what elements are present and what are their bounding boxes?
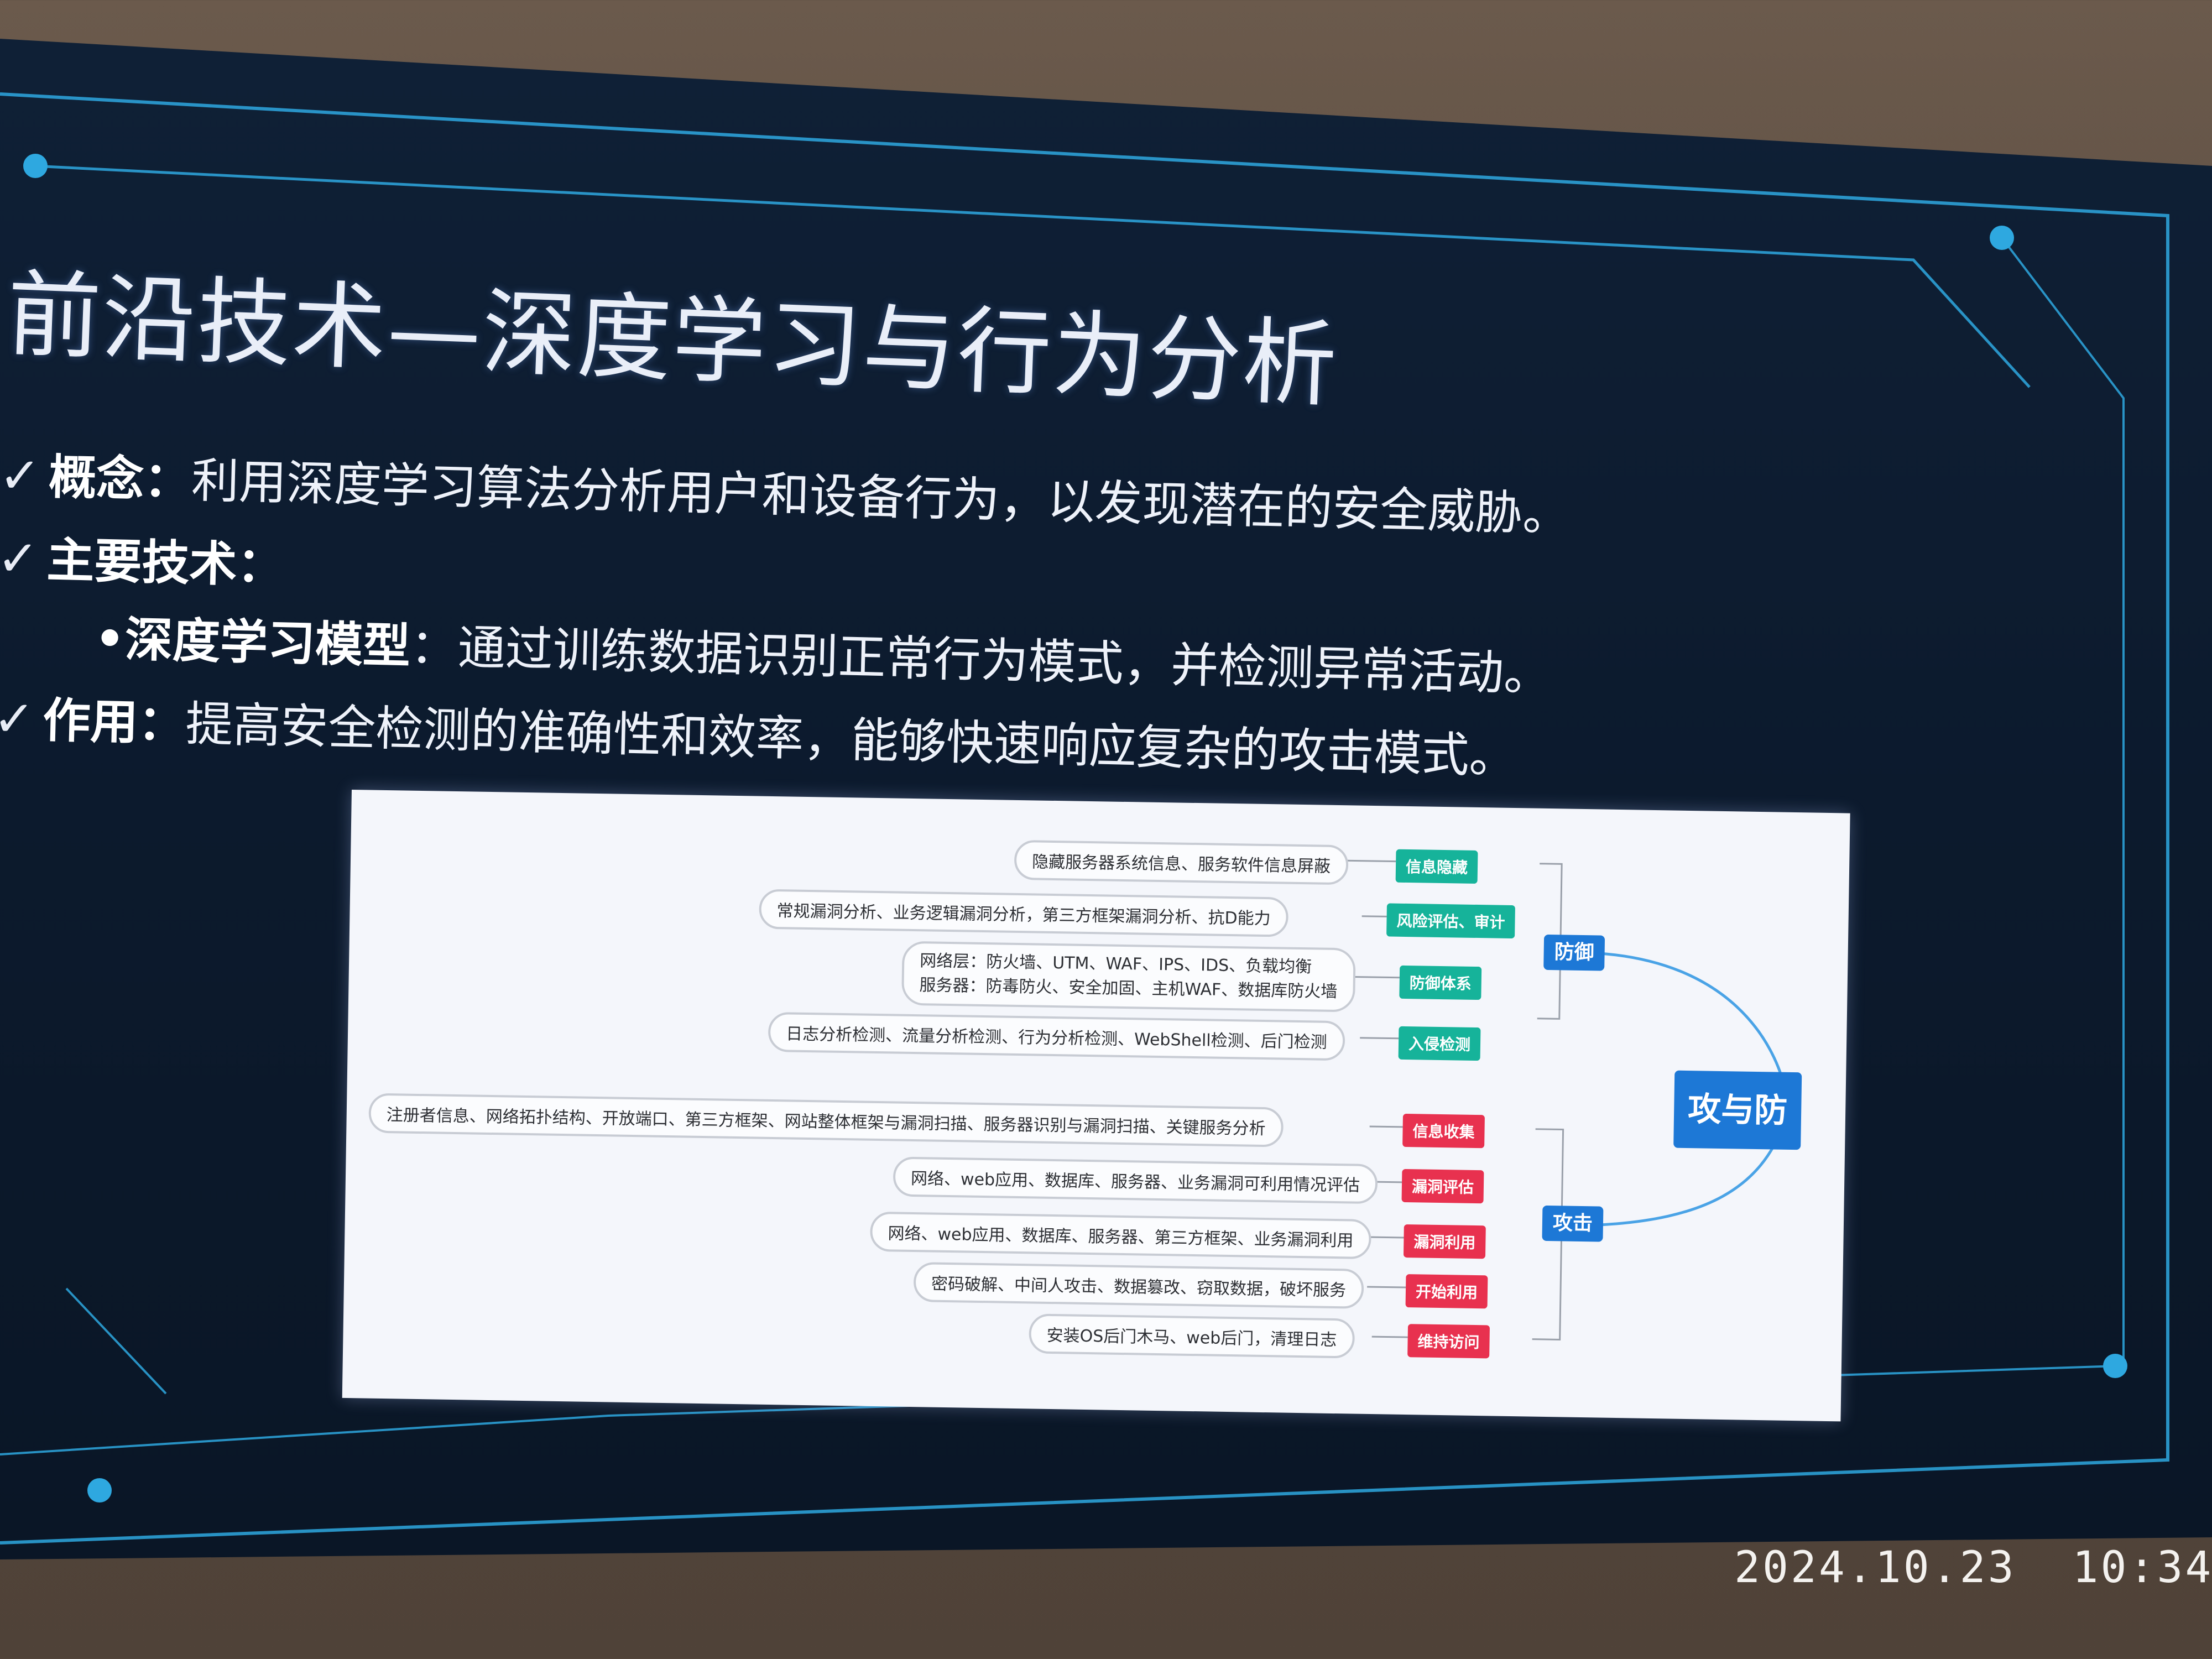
defense-tag: 防御体系 [1399,965,1482,1000]
photo-timestamp: 2024.10.23 10:34 [1734,1543,2212,1593]
attack-detail: 安装OS后门木马、web后门，清理日志 [1029,1313,1355,1359]
defense-tag: 入侵检测 [1398,1026,1481,1061]
mindmap-root: 攻与防 [1673,1070,1802,1150]
attack-detail: 网络、web应用、数据库、服务器、第三方框架、业务漏洞利用 [870,1211,1372,1260]
bullet-main-tech: ✓ 主要技术： [0,520,285,596]
attack-tag: 维持访问 [1407,1324,1490,1359]
attack-tag: 开始利用 [1405,1274,1488,1309]
defense-node: 防御 [1543,934,1605,971]
defense-tag: 信息隐藏 [1395,849,1478,884]
defense-detail: 隐藏服务器系统信息、服务软件信息屏蔽 [1014,839,1349,885]
attack-detail: 网络、web应用、数据库、服务器、业务漏洞可利用情况评估 [893,1156,1378,1204]
check-icon: ✓ [0,529,40,588]
attack-detail: 密码破解、中间人攻击、数据篡改、窃取数据，破坏服务 [913,1262,1364,1309]
attack-node: 攻击 [1542,1205,1604,1242]
defense-detail-box: 网络层：防火墙、UTM、WAF、IPS、IDS、负载均衡 服务器：防毒防火、安全… [901,941,1356,1013]
bullet-key: 概念： [48,450,192,509]
attack-tag: 信息收集 [1402,1113,1485,1149]
defense-tag: 风险评估、审计 [1386,903,1515,939]
defense-detail: 常规漏洞分析、业务逻辑漏洞分析，第三方框架漏洞分析、抗D能力 [759,889,1289,937]
bullet-key: 作用： [42,693,186,752]
check-icon: ✓ [0,446,41,505]
check-icon: ✓ [0,689,36,749]
sub-bullet-key: •深度学习模型 [93,611,411,675]
attack-tag: 漏洞评估 [1401,1168,1484,1204]
bullet-key: 主要技术： [46,533,285,594]
mindmap-image: 攻与防 防御 攻击 信息隐藏 隐藏服务器系统信息、服务软件信息屏蔽 风险评估、审… [342,790,1850,1422]
attack-tag: 漏洞利用 [1403,1224,1486,1259]
